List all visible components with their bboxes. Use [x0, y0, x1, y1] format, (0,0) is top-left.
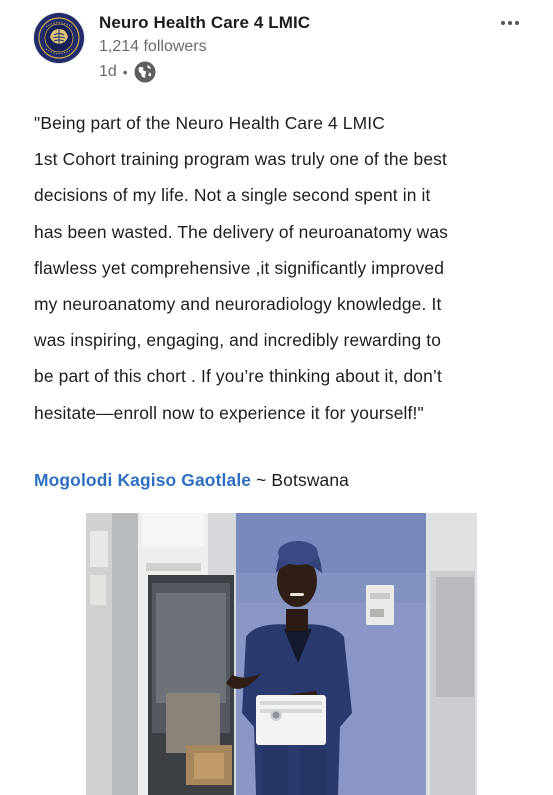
linkedin-post: Neuro Health Care 4 LMIC 1,214 followers… — [0, 0, 553, 795]
author-profile-link[interactable]: Mogolodi Kagiso Gaotlale — [34, 470, 251, 490]
post-time: 1d — [99, 63, 117, 80]
author-country: Botswana — [271, 470, 349, 490]
company-name[interactable]: Neuro Health Care 4 LMIC — [99, 13, 310, 33]
post-body-line: be part of this chort . If you’re thinki… — [34, 366, 442, 387]
post-body-line: has been wasted. The delivery of neuroan… — [34, 221, 449, 242]
more-options-button[interactable] — [496, 13, 524, 33]
globe-icon — [133, 60, 157, 84]
post-body-line: hesitate—enroll now to experience it for… — [34, 402, 424, 423]
meta-separator: • — [122, 64, 128, 80]
company-logo-icon — [34, 13, 84, 63]
post-body-line: 1st Cohort training program was truly on… — [34, 149, 447, 170]
more-horizontal-icon-dot — [508, 21, 512, 25]
post-body-line: my neuroanatomy and neuroradiology knowl… — [34, 294, 442, 315]
follower-count: 1,214 followers — [99, 38, 207, 55]
post-meta: 1d • — [99, 60, 157, 84]
post-image[interactable] — [86, 513, 477, 795]
post-body-line: decisions of my life. Not a single secon… — [34, 185, 431, 206]
post-body-line: was inspiring, engaging, and incredibly … — [34, 330, 442, 351]
post-header: Neuro Health Care 4 LMIC 1,214 followers… — [34, 11, 534, 91]
author-attribution: Mogolodi Kagiso Gaotlale ~ Botswana — [34, 467, 349, 493]
more-horizontal-icon-dot — [515, 21, 519, 25]
author-separator: ~ — [251, 470, 272, 490]
more-horizontal-icon-dot — [501, 21, 505, 25]
company-avatar[interactable] — [34, 13, 84, 63]
post-photo-illustration — [86, 513, 477, 795]
post-body-line: flawless yet comprehensive ,it significa… — [34, 257, 445, 278]
post-body-line: "Being part of the Neuro Health Care 4 L… — [34, 113, 385, 133]
post-body: "Being part of the Neuro Health Care 4 L… — [34, 105, 524, 431]
